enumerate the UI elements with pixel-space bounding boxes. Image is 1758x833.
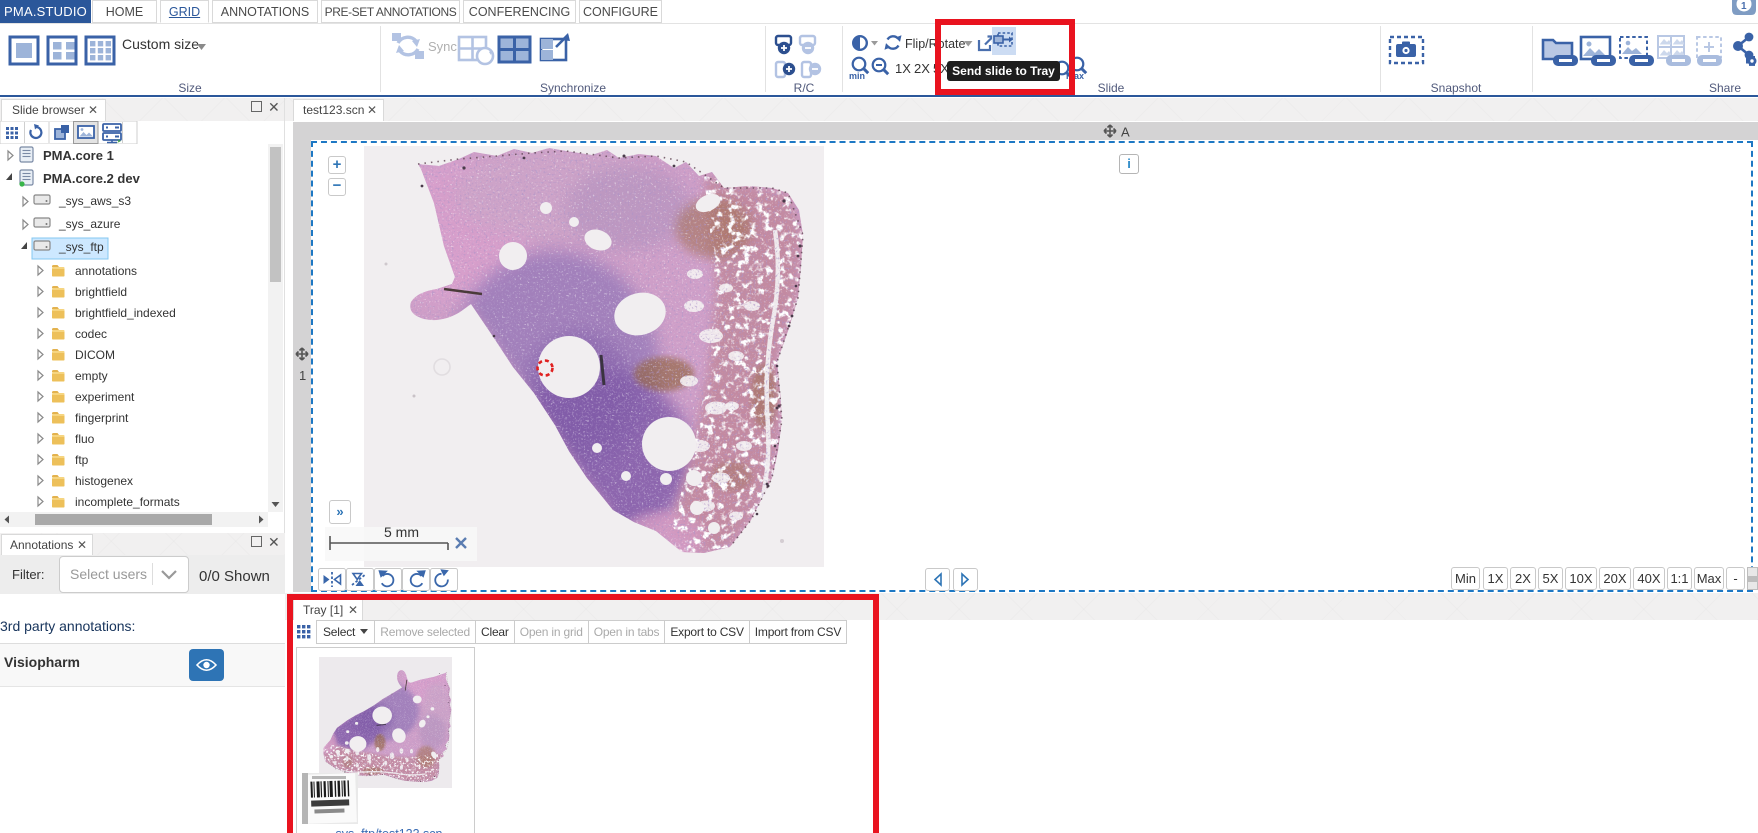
svg-text:A: A bbox=[1121, 125, 1130, 140]
svg-text:min: min bbox=[849, 71, 865, 81]
svg-text:1: 1 bbox=[1741, 1, 1747, 12]
svg-text:1X: 1X bbox=[895, 61, 911, 76]
svg-text:Sync: Sync bbox=[428, 39, 457, 54]
svg-text:1: 1 bbox=[299, 368, 306, 383]
svg-text:Custom size: Custom size bbox=[122, 36, 199, 52]
svg-text:2X: 2X bbox=[914, 61, 930, 76]
